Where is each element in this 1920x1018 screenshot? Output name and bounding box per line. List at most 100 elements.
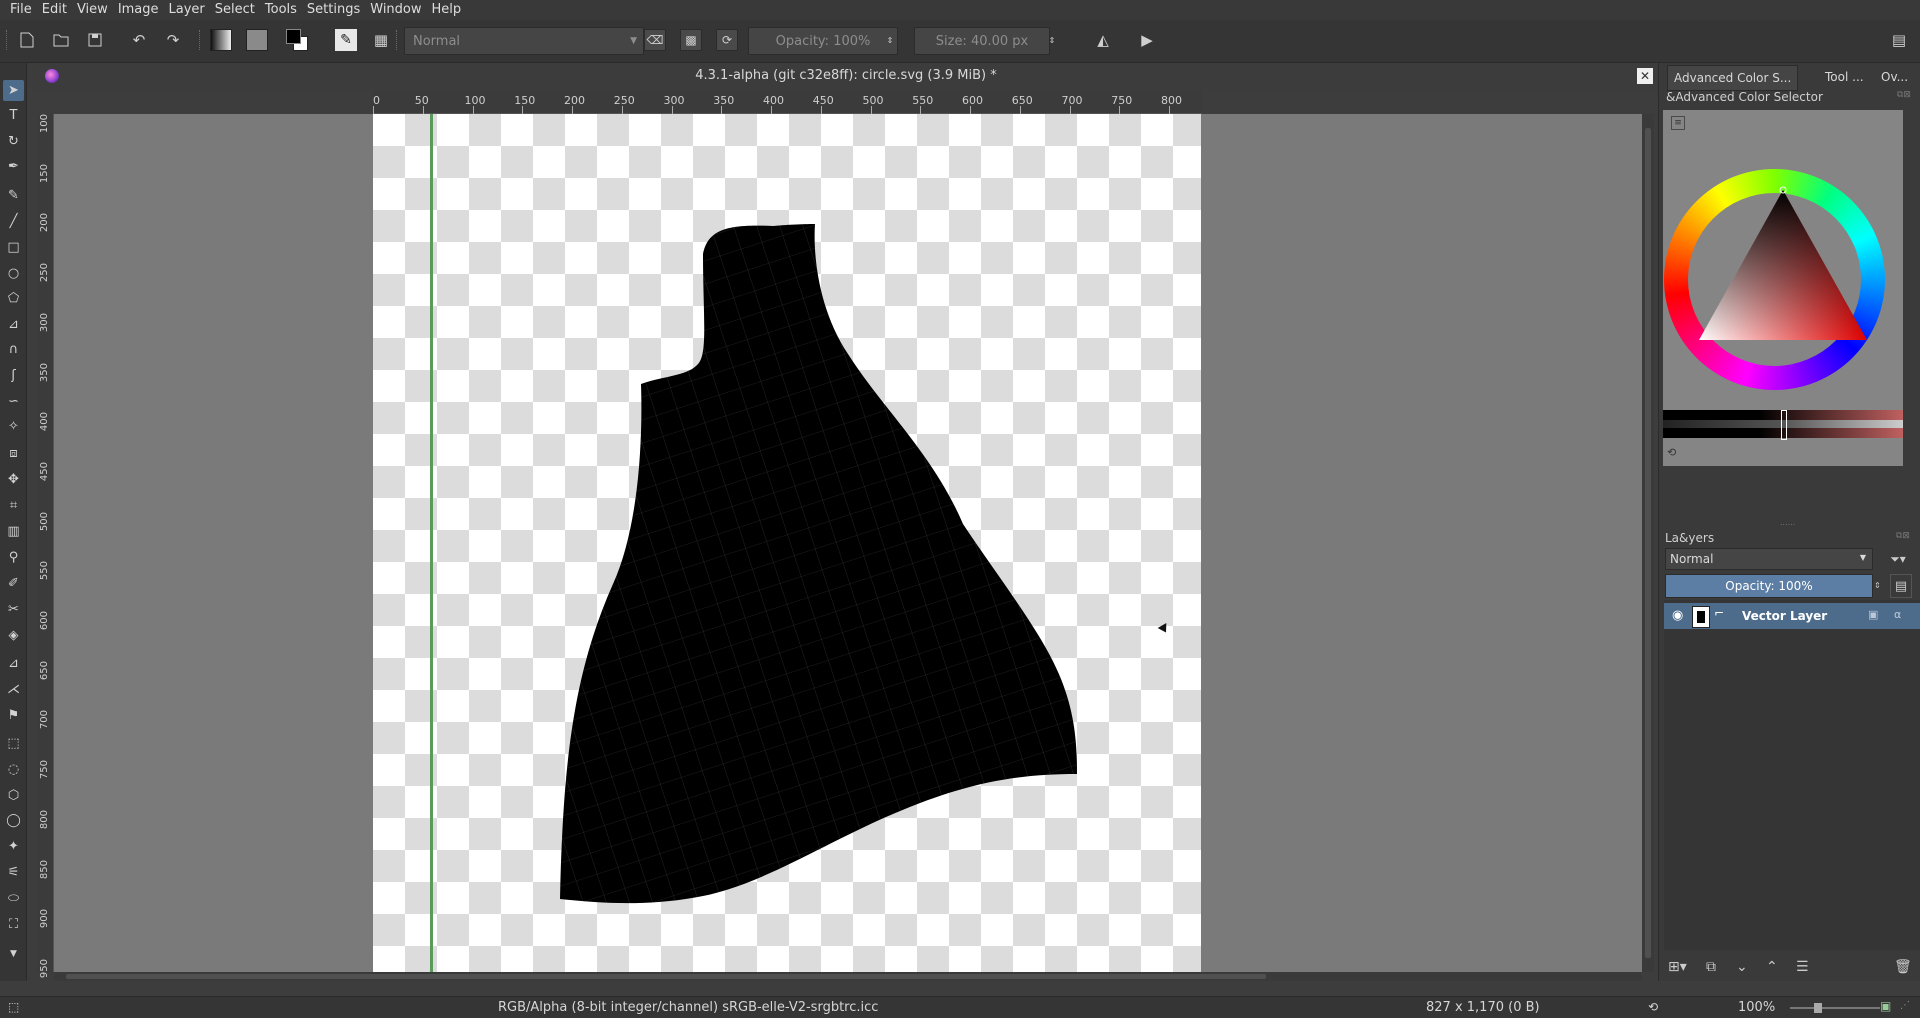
polygonal-selection-tool-icon[interactable]: ⬡ xyxy=(3,785,24,806)
pattern-icon[interactable] xyxy=(246,29,268,51)
move-tool-icon[interactable]: ✥ xyxy=(3,469,24,490)
move-layer-up-icon[interactable]: ⌃ xyxy=(1766,959,1778,975)
gradient-tool-icon[interactable]: ▥ xyxy=(3,521,24,542)
brush-size-slider[interactable]: Size: 40.00 px xyxy=(914,27,1050,55)
resize-grip-icon[interactable]: ⋰ xyxy=(1900,1000,1910,1011)
line-tool-icon[interactable]: ╱ xyxy=(3,211,24,232)
palette-menu-icon[interactable]: ▤ xyxy=(1888,29,1910,51)
size-stepper[interactable]: ⇕ xyxy=(1046,29,1058,51)
vertical-scroll-thumb[interactable] xyxy=(1645,128,1651,958)
close-document-icon[interactable]: ✕ xyxy=(1637,68,1653,84)
advanced-color-selector[interactable]: ≡ ⟲ xyxy=(1663,110,1903,466)
fg-bg-color-icon[interactable] xyxy=(286,29,308,51)
rotate-view-icon[interactable]: ⟲ xyxy=(1648,1000,1658,1014)
measure-tool-icon[interactable]: ⊿ xyxy=(3,653,24,674)
ellipse-tool-icon[interactable]: ○ xyxy=(3,263,24,284)
freehand-selection-tool-icon[interactable]: ◯ xyxy=(3,810,24,831)
rectangular-selection-tool-icon[interactable]: ⬚ xyxy=(3,733,24,754)
colorize-mask-tool-icon[interactable]: ✐ xyxy=(3,573,24,594)
horizontal-ruler[interactable]: 0 50 100 150 200 250 300 350 400 450 500 550 600 650 7… xyxy=(373,90,1202,114)
reload-preset-icon[interactable]: ⟳ xyxy=(716,29,738,51)
new-document-icon[interactable] xyxy=(16,29,38,51)
open-folder-icon[interactable] xyxy=(50,29,72,51)
menu-settings[interactable]: Window xyxy=(365,0,426,20)
crop-tool-icon[interactable]: ⌗ xyxy=(3,495,24,516)
duplicate-layer-icon[interactable]: ⧉ xyxy=(1706,959,1716,975)
canvas-image[interactable] xyxy=(373,114,1201,972)
brush-preset-icon[interactable]: ✎ xyxy=(335,29,357,51)
panel-float-icon[interactable]: ⧉⊠ xyxy=(1897,90,1911,100)
redo-icon[interactable]: ↷ xyxy=(162,29,184,51)
eraser-mode-icon[interactable]: ⌫ xyxy=(644,29,666,51)
smart-patch-tool-icon[interactable]: ✂ xyxy=(3,599,24,620)
opacity-slider[interactable]: Opacity: 100% xyxy=(748,27,898,55)
undo-icon[interactable]: ↶ xyxy=(128,29,150,51)
bezier-selection-tool-icon[interactable]: ⬭ xyxy=(3,888,24,909)
similar-selection-tool-icon[interactable]: ⚟ xyxy=(3,862,24,883)
zoom-slider[interactable] xyxy=(1790,1003,1880,1013)
move-layer-down-icon[interactable]: ⌄ xyxy=(1736,959,1748,975)
elliptical-selection-tool-icon[interactable]: ◌ xyxy=(3,759,24,780)
dynamic-brush-tool-icon[interactable]: ∽ xyxy=(3,391,24,412)
tab-overview[interactable]: Ov... xyxy=(1875,65,1914,89)
layers-float-icon[interactable]: ⧉⊠ xyxy=(1896,531,1910,541)
vertical-ruler[interactable]: 100 150 200 250 300 350 400 450 500 550 600 650 700 7… xyxy=(37,114,54,978)
mirror-horizontal-icon[interactable]: ◭ xyxy=(1092,29,1114,51)
menu-view[interactable]: View xyxy=(72,0,113,20)
edit-shapes-tool-icon[interactable]: ↻ xyxy=(3,131,24,152)
add-layer-icon[interactable]: ⊞▾ xyxy=(1668,959,1687,975)
fill-tool-icon[interactable]: ◈ xyxy=(3,625,24,646)
horizontal-scrollbar[interactable] xyxy=(54,972,1642,981)
delete-layer-icon[interactable]: 🗑 xyxy=(1894,959,1912,975)
layer-name[interactable]: Vector Layer xyxy=(1742,609,1827,623)
preserve-alpha-icon[interactable]: ▩ xyxy=(680,29,702,51)
menu-edit[interactable]: Edit xyxy=(37,0,72,20)
visibility-eye-icon[interactable]: ◉ xyxy=(1672,608,1683,623)
gradient-icon[interactable] xyxy=(210,29,232,51)
tab-tool-options[interactable]: Tool ... xyxy=(1819,65,1870,89)
mirror-vertical-icon[interactable]: ▶ xyxy=(1136,29,1158,51)
toolbox-expand-icon[interactable]: ▼ xyxy=(3,943,24,964)
saturation-value-triangle[interactable] xyxy=(1663,110,1903,410)
alpha-lock-icon[interactable]: α xyxy=(1894,608,1901,621)
layer-properties-button-icon[interactable]: ☰ xyxy=(1796,959,1809,975)
menu-filter[interactable]: Tools xyxy=(260,0,302,20)
splitter-handle[interactable]: ...... xyxy=(1780,518,1800,527)
tab-advanced-color-selector[interactable]: Advanced Color S... xyxy=(1667,65,1799,91)
color-history-bar[interactable] xyxy=(1663,410,1903,440)
layer-properties-icon[interactable]: ▤ xyxy=(1890,574,1912,598)
reference-images-tool-icon[interactable]: ⚑ xyxy=(3,705,24,726)
calligraphy-tool-icon[interactable]: ✒ xyxy=(3,156,24,177)
menu-layer[interactable]: Layer xyxy=(164,0,210,20)
select-shapes-tool-icon[interactable]: ➤ xyxy=(3,80,24,101)
opacity-stepper[interactable]: ⇕ xyxy=(884,29,896,51)
rectangle-tool-icon[interactable]: □ xyxy=(3,237,24,258)
selection-indicator-icon[interactable]: ⬚ xyxy=(8,1000,19,1014)
layer-opacity-stepper[interactable]: ⇕ xyxy=(1874,574,1884,598)
contiguous-selection-tool-icon[interactable]: ✦ xyxy=(3,836,24,857)
menu-file[interactable]: File xyxy=(5,0,37,20)
polygon-tool-icon[interactable]: ⬠ xyxy=(3,288,24,309)
color-sampler-tool-icon[interactable]: ⚲ xyxy=(3,547,24,568)
magnetic-selection-tool-icon[interactable]: ⛶ xyxy=(3,914,24,935)
multibrush-tool-icon[interactable]: ✧ xyxy=(3,416,24,437)
layer-blend-mode-select[interactable]: Normal ▼ xyxy=(1665,548,1873,570)
horizontal-scroll-thumb[interactable] xyxy=(66,974,1266,979)
freehand-brush-tool-icon[interactable]: ✎ xyxy=(3,185,24,206)
vector-shape[interactable] xyxy=(373,114,1201,972)
text-tool-icon[interactable]: T xyxy=(3,105,24,126)
menu-window[interactable]: Help xyxy=(427,0,467,20)
vertical-scrollbar[interactable] xyxy=(1642,114,1654,972)
layer-lock-icon[interactable]: ▣ xyxy=(1868,608,1878,621)
canvas-only-icon[interactable]: ▣ xyxy=(1880,999,1891,1013)
vertical-guide-line[interactable] xyxy=(430,114,433,972)
layer-list[interactable] xyxy=(1664,600,1920,950)
toolbar-handle[interactable] xyxy=(6,30,9,50)
menu-tools[interactable]: Settings xyxy=(302,0,365,20)
blend-mode-select[interactable]: Normal ▼ xyxy=(404,27,644,55)
assistant-tool-icon[interactable]: ⋌ xyxy=(3,679,24,700)
refresh-icon[interactable]: ⟲ xyxy=(1667,446,1676,459)
layer-filter-icon[interactable]: ⏷▾ xyxy=(1878,548,1918,570)
menu-image[interactable]: Image xyxy=(113,0,164,20)
layer-opacity-slider[interactable]: Opacity: 100% xyxy=(1665,574,1873,598)
